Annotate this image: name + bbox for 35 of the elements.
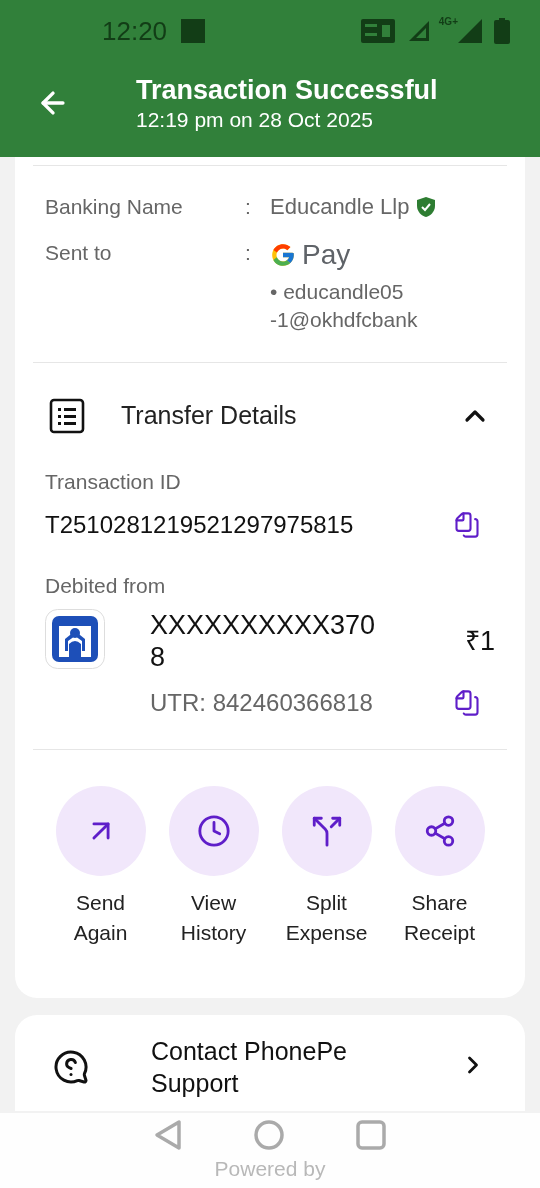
field-label: Sent to — [45, 240, 113, 266]
clock-icon — [196, 814, 231, 848]
field-label: Transaction ID — [45, 469, 182, 495]
copy-button[interactable] — [453, 689, 481, 717]
colon-separator: : — [245, 240, 252, 266]
upi-id: • educandle05 -1@okhdfcbank — [270, 279, 418, 333]
list-icon — [49, 398, 85, 434]
section-title: Transfer Details — [121, 400, 298, 432]
help-icon — [53, 1049, 89, 1085]
bank-logo — [45, 609, 105, 669]
action-button[interactable]: Send Again — [44, 786, 157, 948]
action-button[interactable]: View History — [157, 786, 270, 948]
banking-name: Educandle Llp — [270, 194, 410, 220]
support-row[interactable]: Contact PhonePe Support — [15, 1015, 525, 1111]
powered-by-text: Powered by — [214, 1156, 326, 1182]
battery-icon — [494, 18, 510, 44]
status-time: 12:20 — [102, 14, 168, 48]
action-button[interactable]: Split Expense — [270, 786, 383, 948]
field-label: Debited from — [45, 573, 167, 599]
notification-icon — [181, 19, 206, 43]
copy-button[interactable] — [453, 511, 481, 539]
volte-icon — [360, 19, 395, 43]
utr-number: UTR: 842460366818 — [150, 688, 373, 718]
network-type: 4G+ — [438, 15, 458, 29]
amount: ₹1 — [464, 624, 495, 658]
pay-label: Pay — [302, 240, 351, 270]
action-button[interactable]: Share Receipt — [383, 786, 496, 948]
account-number: XXXXXXXXXX3708 — [150, 609, 377, 673]
google-g-icon — [270, 242, 296, 268]
field-label: Banking Name — [45, 194, 184, 220]
page-title: Transaction Successful — [136, 73, 438, 107]
colon-separator: : — [245, 194, 252, 220]
transaction-time: 12:19 pm on 28 Oct 2025 — [136, 106, 374, 133]
transaction-id: T2510281219521297975815 — [45, 510, 354, 540]
signal-icon — [458, 19, 482, 43]
